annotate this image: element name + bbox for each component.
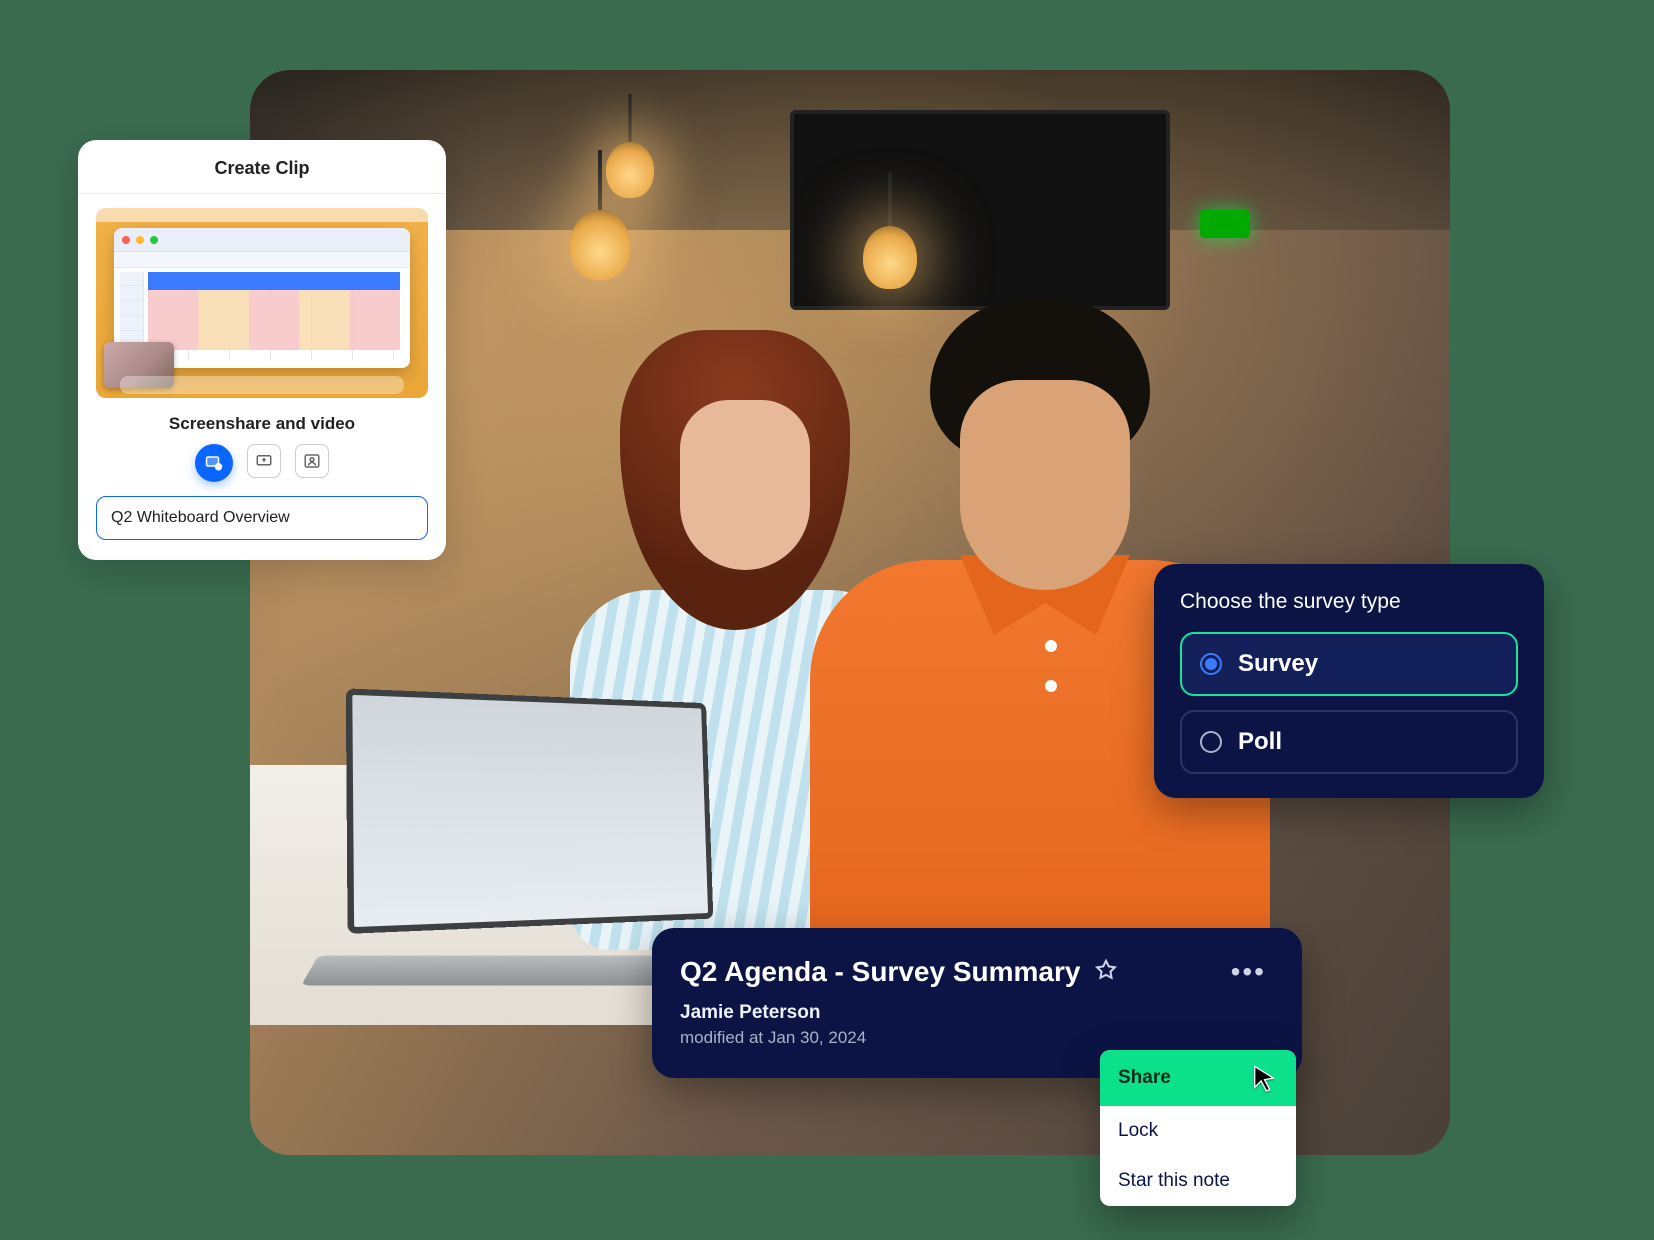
person-icon — [303, 452, 321, 470]
menu-item-label: Lock — [1118, 1120, 1158, 1142]
ellipsis-icon: ••• — [1231, 956, 1266, 987]
clip-mode-subtitle: Screenshare and video — [78, 398, 446, 444]
menu-item-label: Star this note — [1118, 1170, 1230, 1192]
survey-option-survey[interactable]: Survey — [1180, 632, 1518, 696]
star-icon[interactable] — [1094, 958, 1118, 987]
note-modified: modified at Jan 30, 2024 — [680, 1028, 1274, 1048]
more-actions-button[interactable]: ••• — [1223, 954, 1274, 990]
note-title: Q2 Agenda - Survey Summary — [680, 956, 1080, 988]
wall-tv — [790, 110, 1170, 310]
exit-sign — [1200, 210, 1250, 238]
radio-unselected-icon — [1200, 731, 1222, 753]
survey-option-label: Survey — [1238, 650, 1318, 678]
clip-preview-thumbnail[interactable] — [96, 208, 428, 398]
menu-item-share[interactable]: Share — [1100, 1050, 1296, 1106]
cursor-pointer-icon — [1250, 1064, 1278, 1092]
menu-item-label: Share — [1118, 1067, 1171, 1089]
radio-selected-icon — [1200, 653, 1222, 675]
create-clip-title: Create Clip — [78, 140, 446, 194]
screen-video-icon — [205, 454, 223, 472]
survey-option-poll[interactable]: Poll — [1180, 710, 1518, 774]
note-context-menu: Share Lock Star this note — [1100, 1050, 1296, 1206]
poll-option-label: Poll — [1238, 728, 1282, 756]
clip-name-input[interactable] — [96, 496, 428, 540]
screen-icon — [255, 452, 273, 470]
menu-item-lock[interactable]: Lock — [1100, 1106, 1296, 1156]
note-author: Jamie Peterson — [680, 1002, 1274, 1024]
survey-type-panel: Choose the survey type Survey Poll — [1154, 564, 1544, 798]
mode-screen-and-video-button[interactable] — [195, 444, 233, 482]
menu-item-star[interactable]: Star this note — [1100, 1156, 1296, 1206]
survey-type-title: Choose the survey type — [1180, 590, 1518, 614]
mode-screen-only-button[interactable] — [247, 444, 281, 478]
create-clip-card: Create Clip Screenshare and video — [78, 140, 446, 560]
mode-video-only-button[interactable] — [295, 444, 329, 478]
